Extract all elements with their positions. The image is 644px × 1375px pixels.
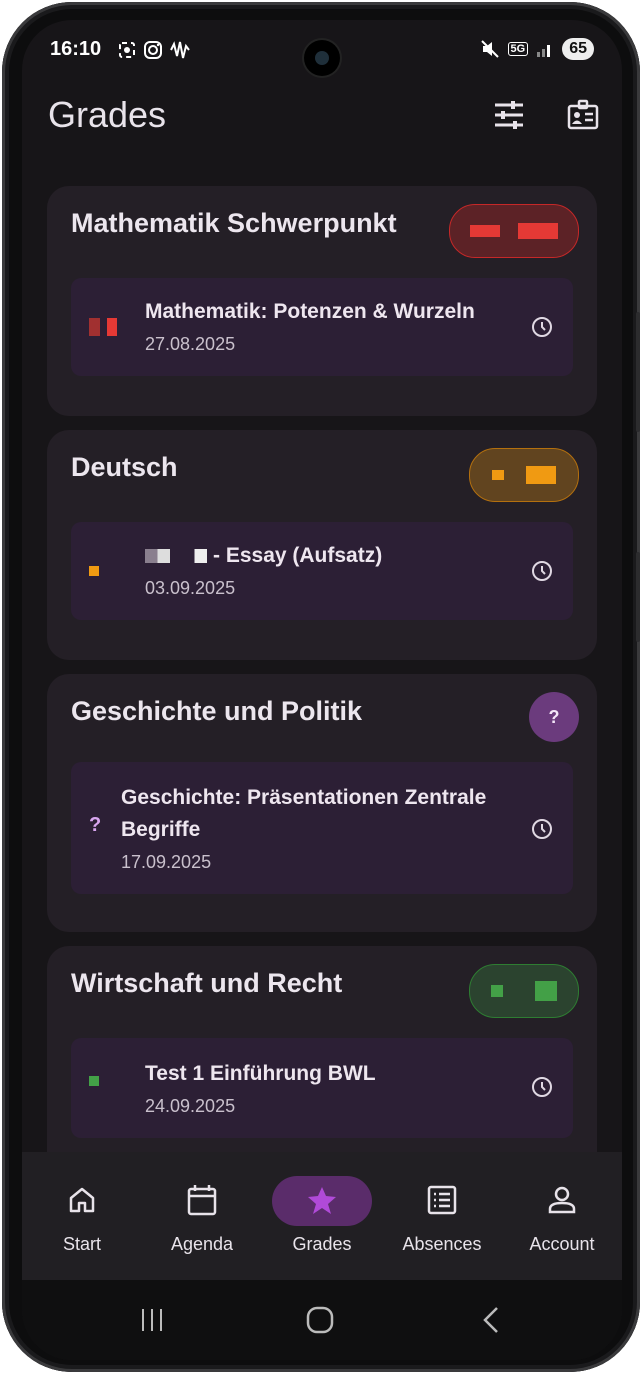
exam-grade-mark — [89, 566, 99, 576]
bottom-navigation: Start Agenda Grades Absences Account — [22, 1152, 622, 1280]
phone-frame: 16:10 5G 65 Grades Mathematik Schwerpunk… — [2, 2, 640, 1372]
page-title: Grades — [48, 94, 167, 135]
exam-grade-mark — [89, 1076, 99, 1086]
exam-name: Geschichte: Präsentationen Zentrale Begr… — [121, 786, 487, 841]
nav-grades[interactable]: Grades — [262, 1152, 382, 1280]
subject-name: Geschichte und Politik — [71, 696, 363, 726]
subject-name: Mathematik Schwerpunkt — [71, 208, 397, 238]
subject-name: Wirtschaft und Recht — [71, 968, 343, 998]
nav-label: Grades — [292, 1234, 352, 1254]
exam-grade-mark — [89, 318, 117, 336]
home-icon — [64, 1182, 100, 1218]
screen: 16:10 5G 65 Grades Mathematik Schwerpunk… — [22, 20, 622, 1360]
home-button[interactable] — [300, 1302, 340, 1338]
tune-icon — [495, 101, 523, 129]
exam-item[interactable]: - Essay (Aufsatz) 03.09.2025 — [71, 522, 573, 620]
status-time: 16:10 — [50, 38, 102, 60]
screenshot-icon — [119, 42, 135, 58]
battery-level: 65 — [562, 38, 594, 60]
redacted-text — [145, 549, 207, 564]
volume-button — [636, 312, 640, 432]
list-icon — [424, 1182, 460, 1218]
calendar-icon — [184, 1182, 220, 1218]
clock-icon — [532, 1077, 552, 1097]
subject-average-badge — [469, 448, 579, 502]
nav-label: Agenda — [170, 1234, 234, 1254]
home-circle-icon — [306, 1306, 334, 1334]
exam-item[interactable]: ? Geschichte: Präsentationen Zentrale Be… — [71, 762, 573, 894]
exam-date: 03.09.2025 — [145, 578, 236, 598]
back-icon — [483, 1307, 498, 1333]
exam-date: 27.08.2025 — [145, 334, 236, 354]
subject-card-wirtschaft[interactable]: Wirtschaft und Recht Test 1 Einführung B… — [47, 946, 597, 1176]
status-system-icons: 5G 65 — [480, 38, 594, 60]
exam-date: 24.09.2025 — [145, 1096, 236, 1116]
status-notification-icons — [117, 40, 191, 60]
subject-average-badge — [469, 964, 579, 1018]
nav-label: Account — [529, 1234, 595, 1254]
signal-icon — [537, 45, 551, 57]
system-navigation-bar — [22, 1280, 622, 1360]
subject-card-deutsch[interactable]: Deutsch - Essay (Aufsatz) 03.09.2025 — [47, 430, 597, 660]
filter-button[interactable] — [492, 98, 526, 132]
recent-apps-button[interactable] — [132, 1302, 172, 1338]
subject-average-badge — [449, 204, 579, 258]
subject-name: Deutsch — [71, 452, 178, 482]
mute-icon — [480, 40, 499, 58]
waveform-icon — [170, 41, 190, 59]
exam-item[interactable]: Mathematik: Potenzen & Wurzeln 27.08.202… — [71, 278, 573, 376]
nav-start[interactable]: Start — [22, 1152, 142, 1280]
person-icon — [544, 1182, 580, 1218]
nav-account[interactable]: Account — [502, 1152, 622, 1280]
power-button — [636, 552, 640, 642]
subjects-list: Mathematik Schwerpunkt Mathematik: Poten… — [47, 186, 597, 1190]
subject-card-geschichte[interactable]: Geschichte und Politik ? ? Geschichte: P… — [47, 674, 597, 932]
subject-card-mathematik[interactable]: Mathematik Schwerpunkt Mathematik: Poten… — [47, 186, 597, 416]
nav-label: Start — [62, 1234, 101, 1254]
clock-icon — [532, 317, 552, 337]
nav-absences[interactable]: Absences — [382, 1152, 502, 1280]
nav-agenda[interactable]: Agenda — [142, 1152, 262, 1280]
network-type: 5G — [507, 42, 529, 56]
clock-icon — [532, 819, 552, 839]
exam-item[interactable]: Test 1 Einführung BWL 24.09.2025 — [71, 1038, 573, 1138]
exam-name: Mathematik: Potenzen & Wurzeln — [145, 300, 475, 323]
nav-label: Absences — [402, 1234, 482, 1254]
id-card-icon — [567, 99, 599, 130]
front-camera — [304, 40, 340, 76]
exam-name: Test 1 Einführung BWL — [145, 1062, 376, 1085]
back-button[interactable] — [470, 1302, 510, 1338]
star-icon — [304, 1182, 340, 1218]
recent-apps-icon — [142, 1309, 162, 1331]
exam-date: 17.09.2025 — [121, 852, 212, 872]
subject-average-badge: ? — [529, 692, 579, 742]
report-card-button[interactable] — [566, 98, 600, 132]
clock-icon — [532, 561, 552, 581]
exam-name: - Essay (Aufsatz) — [145, 540, 382, 572]
exam-grade-mark: ? — [89, 814, 102, 836]
instagram-icon — [144, 41, 162, 59]
